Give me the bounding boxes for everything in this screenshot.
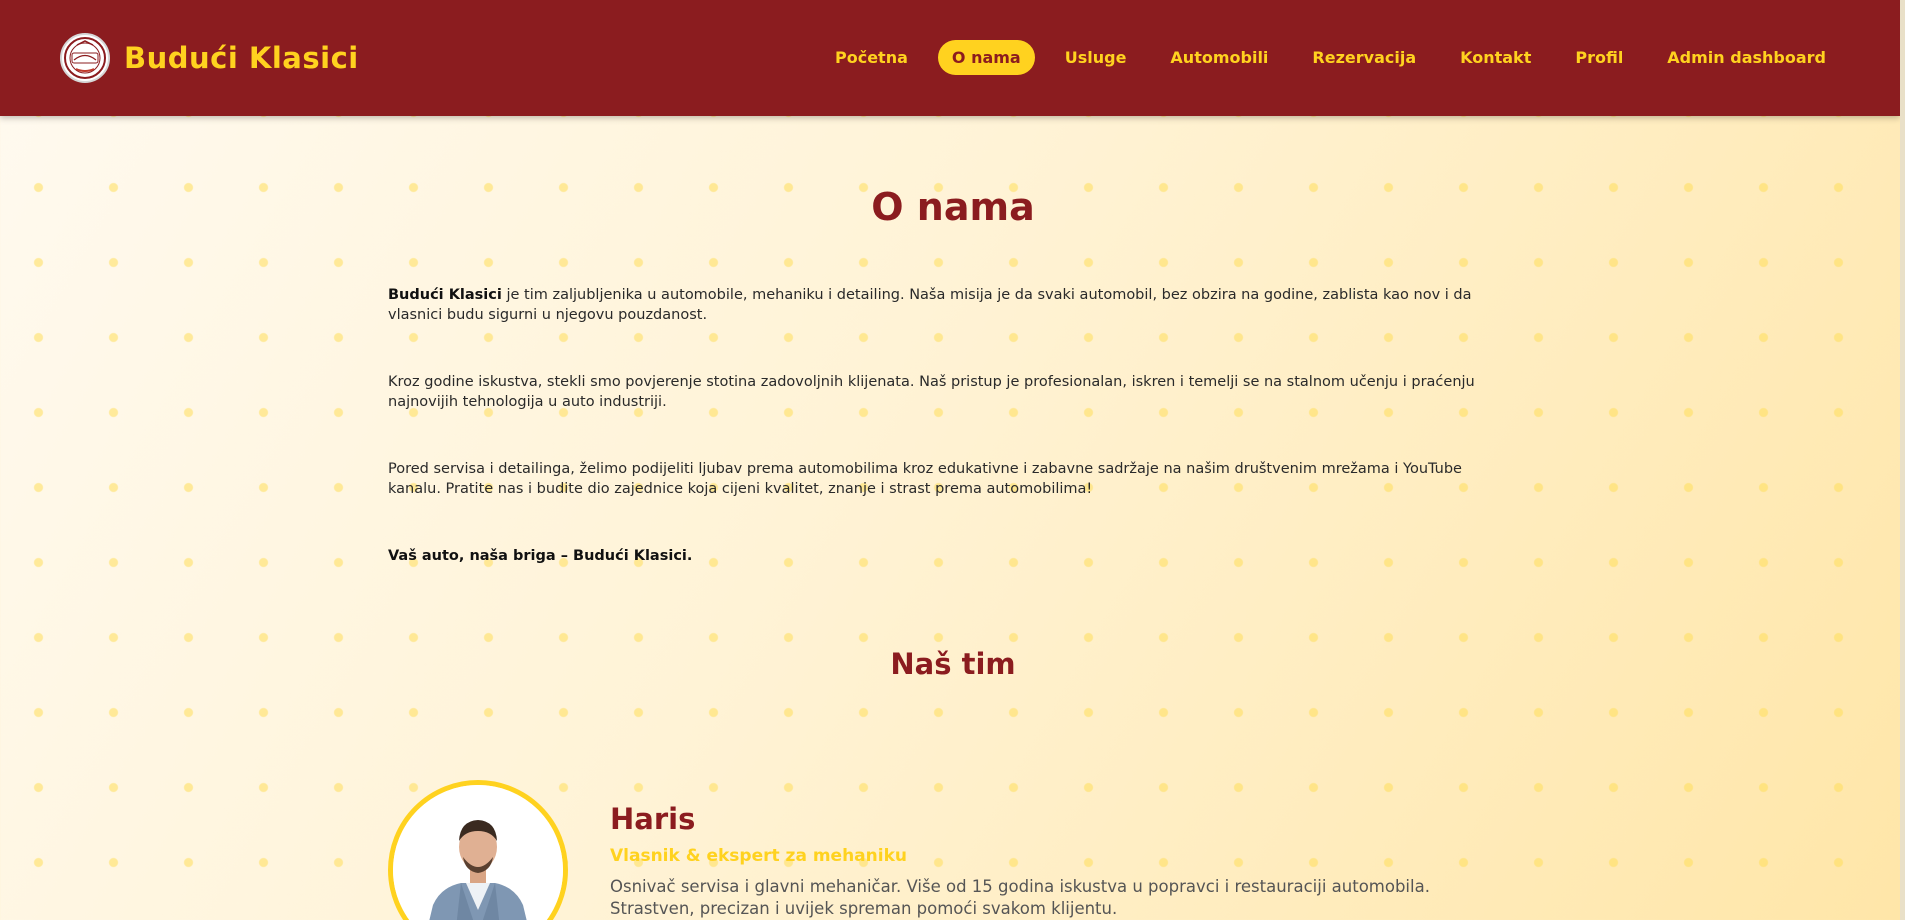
nav-item-pocetna[interactable]: Početna <box>821 40 922 75</box>
nav-item-profil[interactable]: Profil <box>1561 40 1637 75</box>
about-paragraph-2: Kroz godine iskustva, stekli smo povjere… <box>388 374 1475 410</box>
nav-item-usluge[interactable]: Usluge <box>1051 40 1141 75</box>
scrollbar-track[interactable] <box>1900 0 1905 920</box>
nav-item-automobili[interactable]: Automobili <box>1156 40 1282 75</box>
brand-name[interactable]: Budući Klasici <box>124 41 359 75</box>
member-description: Osnivač servisa i glavni mehaničar. Više… <box>610 877 1430 918</box>
logo-emblem-icon <box>64 37 106 79</box>
team-title: Naš tim <box>890 647 1016 681</box>
main-nav: Početna O nama Usluge Automobili Rezerva… <box>805 40 1840 75</box>
background-dot-pattern <box>0 116 1905 920</box>
nav-item-kontakt[interactable]: Kontakt <box>1446 40 1545 75</box>
avatar <box>388 780 568 920</box>
brand-logo[interactable] <box>60 33 110 83</box>
about-section: O nama Budući Klasici je tim zaljubljeni… <box>388 185 1518 681</box>
person-photo-icon <box>393 785 563 920</box>
about-paragraph-1: Budući Klasici je tim zaljubljenika u au… <box>388 285 1518 325</box>
about-brand-emphasis: Budući Klasici <box>388 287 502 303</box>
nav-item-o-nama[interactable]: O nama <box>937 40 1035 75</box>
brand[interactable]: Budući Klasici <box>60 33 359 83</box>
about-paragraph-3: Pored servisa i detailinga, želimo podij… <box>388 461 1462 497</box>
nav-item-rezervacija[interactable]: Rezervacija <box>1298 40 1430 75</box>
site-header: Budući Klasici Početna O nama Usluge Aut… <box>0 0 1900 116</box>
about-paragraph-1-text: je tim zaljubljenika u automobile, mehan… <box>388 287 1472 323</box>
nav-item-admin-dashboard[interactable]: Admin dashboard <box>1653 40 1840 75</box>
member-name: Haris <box>610 802 696 836</box>
member-role: Vlasnik & ekspert za mehaniku <box>610 846 907 866</box>
about-slogan: Vaš auto, naša briga – Budući Klasici. <box>388 548 693 564</box>
page-title: O nama <box>871 185 1035 229</box>
